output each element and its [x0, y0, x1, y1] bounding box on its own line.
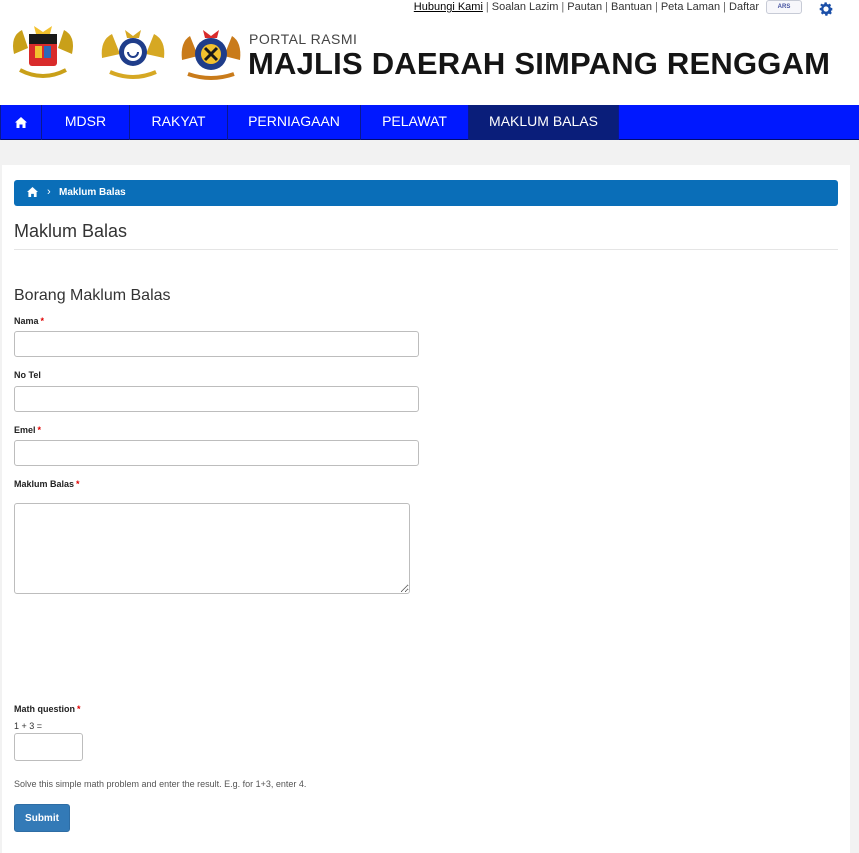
divider	[14, 249, 838, 250]
maklum-balas-label-text: Maklum Balas	[14, 479, 75, 489]
portal-label: PORTAL RASMI	[249, 31, 358, 47]
nav-item-mdsr[interactable]: MDSR	[42, 105, 130, 140]
breadcrumb: › Maklum Balas	[14, 180, 838, 206]
math-question-text: 1 + 3 =	[14, 721, 43, 731]
math-question-label: Math question *	[14, 704, 81, 714]
mdsr-crest-logo[interactable]	[178, 24, 244, 82]
malaysia-coat-of-arms-logo[interactable]	[8, 24, 78, 82]
nav-home[interactable]	[0, 105, 42, 140]
johor-coat-of-arms-logo[interactable]	[98, 24, 168, 82]
top-link-daftar[interactable]: Daftar	[729, 1, 759, 13]
notel-label: No Tel	[14, 370, 41, 380]
required-mark: *	[77, 704, 81, 714]
notel-input[interactable]	[14, 386, 419, 412]
nav-item-perniagaan[interactable]: PERNIAGAAN	[228, 105, 361, 140]
top-link-hubungi-kami[interactable]: Hubungi Kami	[414, 1, 483, 13]
top-link-bantuan[interactable]: Bantuan	[611, 1, 652, 13]
top-link-soalan-lazim[interactable]: Soalan Lazim	[492, 1, 559, 13]
breadcrumb-home-icon[interactable]	[27, 187, 38, 197]
main-nav: MDSR RAKYAT PERNIAGAAN PELAWAT MAKLUM BA…	[0, 105, 859, 140]
nav-item-maklum-balas[interactable]: MAKLUM BALAS	[469, 105, 619, 140]
form-title: Borang Maklum Balas	[14, 287, 171, 304]
emel-label-text: Emel	[14, 425, 36, 435]
maklum-balas-textarea[interactable]	[14, 503, 410, 594]
chevron-right-icon: ›	[47, 186, 51, 198]
submit-button[interactable]: Submit	[14, 804, 70, 832]
math-help-text: Solve this simple math problem and enter…	[14, 779, 307, 789]
required-mark: *	[40, 316, 45, 326]
home-icon	[15, 117, 27, 128]
breadcrumb-current: Maklum Balas	[59, 187, 126, 198]
gear-icon[interactable]	[817, 0, 835, 18]
page-title: Maklum Balas	[14, 221, 128, 241]
required-mark: *	[37, 425, 42, 435]
emel-label: Emel *	[14, 425, 41, 435]
nav-item-rakyat[interactable]: RAKYAT	[130, 105, 228, 140]
top-link-peta-laman[interactable]: Peta Laman	[661, 1, 720, 13]
nama-label-text: Nama	[14, 316, 39, 326]
nav-item-pelawat[interactable]: PELAWAT	[361, 105, 469, 140]
accessibility-badge-icon[interactable]: ARS	[766, 0, 802, 14]
main-content: › Maklum Balas Maklum Balas Borang Maklu…	[2, 165, 850, 853]
maklum-balas-label: Maklum Balas *	[14, 479, 80, 489]
math-label-text: Math question	[14, 704, 75, 714]
site-header: Hubungi Kami | Soalan Lazim | Pautan | Bantuan…	[0, 0, 859, 105]
site-title[interactable]: MAJLIS DAERAH SIMPANG RENGGAM	[248, 46, 830, 82]
top-links: Hubungi Kami | Soalan Lazim | Pautan | Bantuan…	[413, 1, 759, 13]
required-mark: *	[76, 479, 80, 489]
nama-input[interactable]	[14, 331, 419, 357]
top-link-pautan[interactable]: Pautan	[567, 1, 602, 13]
nama-label: Nama *	[14, 316, 44, 326]
math-answer-input[interactable]	[14, 733, 83, 761]
emel-input[interactable]	[14, 440, 419, 466]
